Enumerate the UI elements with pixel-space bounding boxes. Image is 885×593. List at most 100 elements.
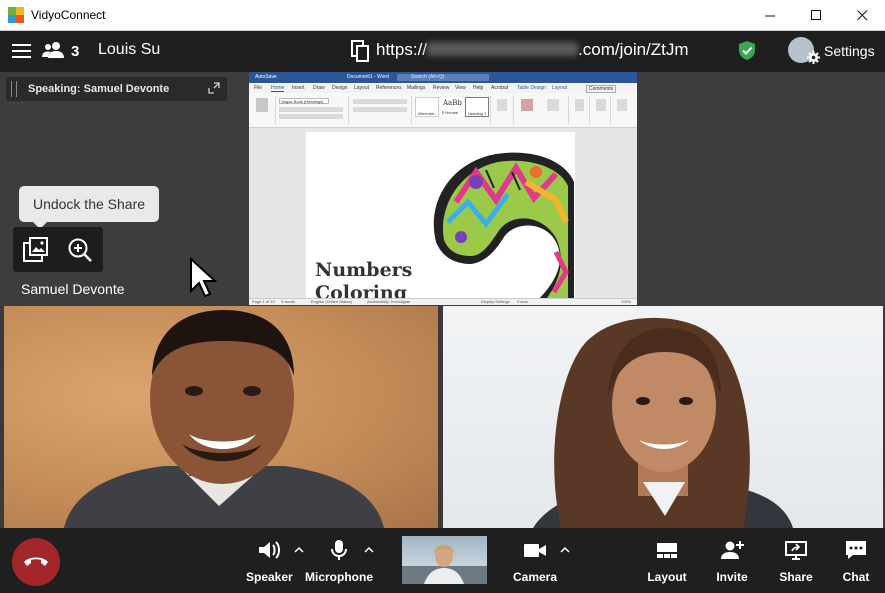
participant-count: 3 bbox=[71, 43, 80, 60]
word-titlebar: AutoSave Document1 - Word Search (Alt+Q) bbox=[249, 72, 637, 83]
speaker-options-chevron-icon[interactable] bbox=[294, 546, 304, 554]
microphone-button[interactable]: Microphone bbox=[305, 539, 373, 584]
url-prefix: https:// bbox=[376, 40, 428, 59]
word-tab: Draw bbox=[313, 85, 325, 91]
zoom-in-icon[interactable] bbox=[65, 236, 95, 264]
url-redacted bbox=[427, 42, 579, 56]
word-tab: Home bbox=[271, 85, 285, 92]
share-panel-right bbox=[637, 72, 885, 305]
word-status-item: Display Settings bbox=[481, 299, 510, 304]
url-suffix: .com/join/ZtJm bbox=[578, 40, 689, 59]
shared-screen[interactable]: AutoSave Document1 - Word Search (Alt+Q)… bbox=[249, 72, 637, 305]
layout-grid-icon bbox=[657, 543, 677, 558]
speaker-label: Speaker bbox=[246, 570, 293, 584]
call-controls-bar: Speaker Microphone Camera Layout Invite … bbox=[0, 528, 885, 593]
word-group-editor bbox=[591, 96, 611, 124]
word-group-reuse bbox=[612, 96, 634, 124]
share-toolbar bbox=[13, 227, 103, 272]
self-view-video bbox=[402, 545, 487, 584]
maximize-icon bbox=[810, 10, 821, 20]
vidyo-logo-icon bbox=[8, 7, 24, 23]
copy-icon[interactable] bbox=[351, 40, 369, 62]
participant-video-tile[interactable] bbox=[443, 306, 883, 528]
conference-header: 3 Louis Su https:// .com/join/ZtJm Settin… bbox=[0, 31, 885, 72]
microphone-icon bbox=[331, 540, 347, 560]
tooltip: Undock the Share bbox=[19, 186, 159, 229]
word-status-item: Page 1 of 10 bbox=[252, 299, 275, 304]
camera-button[interactable]: Camera bbox=[510, 539, 560, 584]
people-icon[interactable] bbox=[42, 41, 64, 59]
add-person-icon bbox=[721, 541, 744, 559]
word-style-item: ¶ Normal bbox=[442, 110, 459, 115]
word-tab: View bbox=[455, 85, 466, 91]
word-group-paragraph bbox=[350, 96, 412, 124]
layout-button[interactable]: Layout bbox=[646, 539, 688, 584]
word-tab: File bbox=[254, 85, 263, 91]
microphone-label: Microphone bbox=[305, 570, 373, 584]
close-icon bbox=[856, 10, 867, 21]
window-titlebar: VidyoConnect bbox=[0, 0, 885, 31]
word-group-editing bbox=[492, 96, 514, 124]
camera-options-chevron-icon[interactable] bbox=[560, 546, 570, 554]
hamburger-icon[interactable] bbox=[12, 44, 31, 58]
invite-button[interactable]: Invite bbox=[713, 539, 751, 584]
word-search-label: Search (Alt+Q) bbox=[411, 74, 445, 80]
word-search-box: Search (Alt+Q) bbox=[397, 74, 489, 81]
conference-stage: Speaking: Samuel Devonte Undock the Shar… bbox=[0, 72, 885, 528]
meeting-url[interactable]: https:// .com/join/ZtJm bbox=[376, 40, 689, 60]
expand-icon[interactable] bbox=[208, 82, 220, 94]
phone-hangup-icon bbox=[24, 557, 48, 566]
video-camera-icon bbox=[524, 544, 546, 557]
word-tab: Insert bbox=[292, 85, 305, 91]
speaker-button[interactable]: Speaker bbox=[246, 539, 293, 584]
word-tab: Acrobat bbox=[491, 85, 509, 91]
word-status-item: Accessibility: Investigate bbox=[367, 299, 411, 304]
drag-handle-icon[interactable] bbox=[11, 81, 17, 97]
word-page: Numbers Coloring bbox=[306, 132, 575, 302]
word-ribbon: Segoe Book (Headings) Alternate... AaBb … bbox=[249, 93, 637, 128]
word-tab: Layout bbox=[354, 85, 370, 91]
window-controls bbox=[747, 0, 885, 31]
word-status-item: English (United States) bbox=[311, 299, 352, 304]
gear-icon[interactable] bbox=[807, 51, 820, 64]
camera-label: Camera bbox=[512, 570, 558, 584]
word-tab: Help bbox=[473, 85, 484, 91]
close-button[interactable] bbox=[839, 0, 885, 31]
maximize-button[interactable] bbox=[793, 0, 839, 31]
layout-label: Layout bbox=[647, 570, 687, 584]
word-canvas: Numbers Coloring bbox=[249, 128, 637, 302]
chat-bubble-icon bbox=[846, 541, 866, 559]
window-title: VidyoConnect bbox=[31, 8, 106, 22]
end-call-button[interactable] bbox=[12, 538, 60, 586]
minimize-icon bbox=[764, 15, 775, 17]
word-group-font: Segoe Book (Headings) bbox=[277, 96, 349, 124]
chat-button[interactable]: Chat bbox=[840, 539, 872, 584]
minimize-button[interactable] bbox=[747, 0, 793, 31]
word-tab: Mailings bbox=[407, 85, 426, 91]
word-tab: References bbox=[376, 85, 402, 91]
word-group-acrobat bbox=[515, 96, 569, 124]
undock-share-icon[interactable] bbox=[21, 236, 51, 264]
participant-video-tile[interactable] bbox=[4, 306, 438, 528]
word-doc-title: Document1 - Word bbox=[347, 74, 389, 80]
zentangle-number-2-image bbox=[433, 152, 574, 302]
app-window: VidyoConnect 3 Louis Su https:// .com/joi… bbox=[0, 0, 885, 593]
shield-check-icon bbox=[739, 41, 755, 60]
word-tab: Comments bbox=[586, 85, 617, 93]
microphone-options-chevron-icon[interactable] bbox=[364, 546, 374, 554]
word-tab: Review bbox=[433, 85, 450, 91]
word-group-voice bbox=[570, 96, 590, 124]
settings-button[interactable]: Settings bbox=[824, 43, 875, 59]
word-ribbon-tabs: File Home Insert Draw Design Layout Refe… bbox=[249, 83, 637, 93]
speaker-icon bbox=[259, 541, 280, 559]
chat-label: Chat bbox=[842, 570, 870, 584]
word-style-item: Alternate... bbox=[418, 111, 438, 116]
share-button[interactable]: Share bbox=[777, 539, 815, 584]
word-status-item: 3 words bbox=[281, 299, 296, 304]
self-view-preview[interactable] bbox=[402, 536, 487, 584]
speaking-indicator[interactable]: Speaking: Samuel Devonte bbox=[6, 77, 227, 101]
word-group-clipboard bbox=[252, 96, 276, 124]
word-font-name: Segoe Book (Headings) bbox=[281, 99, 324, 104]
presenter-name: Samuel Devonte bbox=[21, 281, 125, 297]
screen-share-icon bbox=[785, 541, 807, 560]
